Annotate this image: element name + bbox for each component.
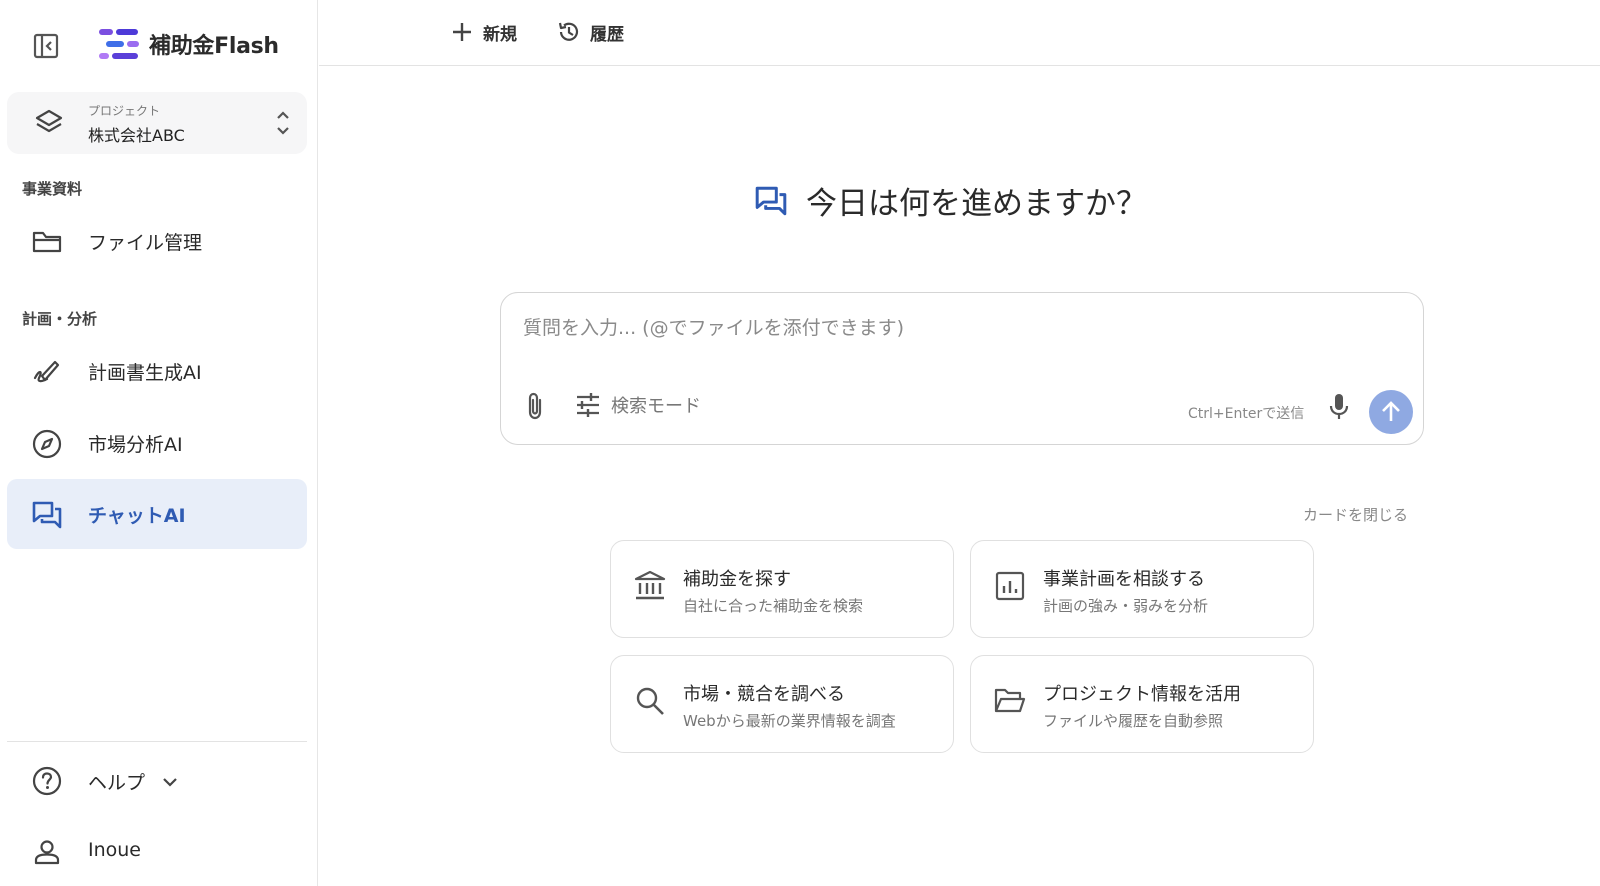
arrow-up-icon (1382, 401, 1400, 421)
microphone-icon[interactable] (1325, 391, 1353, 423)
sidebar-item-file-management[interactable]: ファイル管理 (7, 206, 307, 276)
new-chat-label: 新規 (483, 24, 517, 45)
history-label: 履歴 (590, 24, 624, 45)
sidebar-item-plan-generator[interactable]: 計画書生成AI (7, 336, 307, 406)
section-label-business-docs: 事業資料 (22, 180, 83, 198)
help-menu[interactable]: ヘルプ (7, 749, 307, 813)
user-menu[interactable]: Inoue (7, 822, 307, 882)
history-icon (558, 22, 579, 41)
search-mode-button[interactable]: 検索モード (575, 391, 701, 419)
layers-icon (35, 109, 63, 133)
sidebar-toggle-icon[interactable] (32, 32, 60, 60)
sidebar-item-label: 市場分析AI (88, 434, 183, 456)
sidebar-item-market-analysis[interactable]: 市場分析AI (7, 408, 307, 478)
send-shortcut-hint: Ctrl+Enterで送信 (1188, 406, 1305, 422)
card-description: 計画の強み・弱みを分析 (1043, 597, 1209, 615)
user-name: Inoue (88, 839, 142, 861)
suggestion-card-market-research[interactable]: 市場・競合を調べる Webから最新の業界情報を調査 (610, 655, 954, 753)
chevron-down-icon (163, 778, 177, 787)
help-icon (32, 766, 62, 796)
card-title: 市場・競合を調べる (683, 684, 845, 705)
tune-icon (577, 393, 599, 417)
project-selector[interactable]: プロジェクト 株式会社ABC (7, 92, 307, 154)
app-logo[interactable]: 補助金Flash (99, 26, 279, 62)
sidebar-item-chat-ai[interactable]: チャットAI (7, 479, 307, 549)
close-cards-link[interactable]: カードを閉じる (1303, 504, 1408, 525)
card-title: プロジェクト情報を活用 (1043, 684, 1241, 705)
bank-icon (634, 570, 666, 600)
project-label: プロジェクト (88, 104, 161, 118)
pen-icon (33, 360, 60, 383)
compass-icon (32, 429, 62, 459)
logo-mark-icon (99, 29, 139, 59)
history-button[interactable]: 履歴 (556, 16, 624, 48)
page-heading: 今日は何を進めますか？ (754, 178, 1147, 223)
sidebar-item-label: 計画書生成AI (88, 362, 202, 384)
suggestion-card-project-info[interactable]: プロジェクト情報を活用 ファイルや履歴を自動参照 (970, 655, 1314, 753)
suggestion-card-consult-plan[interactable]: 事業計画を相談する 計画の強み・弱みを分析 (970, 540, 1314, 638)
sidebar-divider (7, 741, 307, 742)
help-label: ヘルプ (88, 772, 146, 794)
search-mode-label: 検索モード (611, 396, 701, 417)
card-description: 自社に合った補助金を検索 (683, 597, 864, 615)
topbar: 新規 履歴 (319, 0, 1600, 66)
folder-icon (32, 231, 62, 253)
logo-text: 補助金Flash (149, 34, 279, 59)
card-title: 事業計画を相談する (1043, 569, 1205, 590)
card-title: 補助金を探す (683, 569, 791, 590)
send-button[interactable] (1369, 390, 1413, 434)
unfold-icon (277, 111, 289, 135)
new-chat-button[interactable]: 新規 (449, 16, 517, 48)
chat-icon (755, 186, 787, 215)
project-name: 株式会社ABC (88, 126, 185, 145)
sidebar: 補助金Flash プロジェクト 株式会社ABC 事業資料 ファイル管理 計画・分… (0, 0, 318, 886)
sidebar-item-label: ファイル管理 (88, 232, 203, 254)
search-icon (636, 687, 664, 715)
plus-icon (453, 23, 471, 41)
card-description: Webから最新の業界情報を調査 (683, 712, 896, 730)
analytics-icon (995, 571, 1025, 601)
page-title: 今日は何を進めますか？ (806, 186, 1147, 222)
sidebar-item-label: チャットAI (88, 505, 186, 527)
suggestion-card-find-subsidy[interactable]: 補助金を探す 自社に合った補助金を検索 (610, 540, 954, 638)
chat-icon (32, 501, 62, 529)
person-icon (34, 840, 60, 865)
folder-open-icon (994, 688, 1026, 713)
section-label-planning: 計画・分析 (22, 310, 98, 328)
attach-icon[interactable] (521, 391, 549, 421)
chat-composer[interactable]: 質問を入力... (@でファイルを添付できます) 検索モード Ctrl+Ente… (500, 292, 1424, 445)
chat-input-placeholder[interactable]: 質問を入力... (@でファイルを添付できます) (523, 313, 904, 340)
card-description: ファイルや履歴を自動参照 (1043, 712, 1224, 730)
